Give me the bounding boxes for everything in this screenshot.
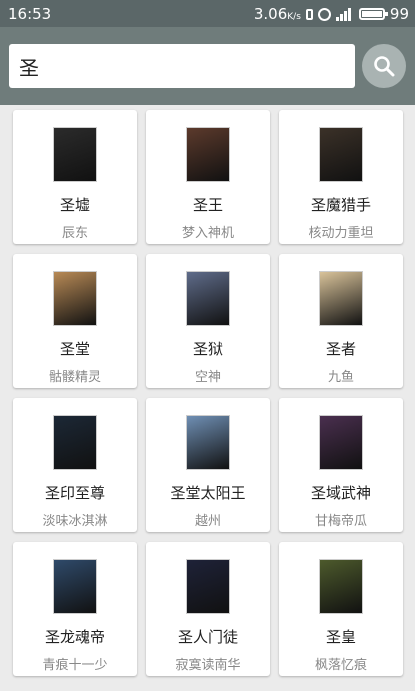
book-card[interactable]: 圣人门徒 寂寞读南华 — [146, 542, 270, 676]
book-author: 九鱼 — [327, 370, 354, 385]
book-cover — [186, 415, 230, 470]
status-icons: 3.06K/s 99 — [254, 5, 409, 23]
battery-icon — [358, 8, 388, 20]
book-cover — [186, 559, 230, 614]
book-cover — [53, 415, 97, 470]
book-author: 淡味冰淇淋 — [42, 514, 108, 529]
book-author: 甘梅帝瓜 — [314, 514, 367, 529]
book-card[interactable]: 圣王 梦入神机 — [146, 110, 270, 244]
book-cover — [53, 559, 97, 614]
book-cover — [186, 127, 230, 182]
book-card[interactable]: 圣者 九鱼 — [279, 254, 403, 388]
book-author: 越州 — [194, 514, 221, 529]
book-title: 圣龙魂帝 — [44, 628, 105, 646]
search-button[interactable] — [362, 44, 406, 88]
book-title: 圣王 — [192, 196, 223, 214]
book-cover — [53, 271, 97, 326]
search-input[interactable]: 圣 — [9, 44, 355, 88]
book-card[interactable]: 圣堂 骷髅精灵 — [13, 254, 137, 388]
book-author: 枫落忆痕 — [314, 658, 367, 673]
book-title: 圣堂太阳王 — [170, 484, 246, 502]
book-author: 辰东 — [61, 226, 88, 241]
book-author: 梦入神机 — [181, 226, 234, 241]
book-card[interactable]: 圣印至尊 淡味冰淇淋 — [13, 398, 137, 532]
book-title: 圣墟 — [59, 196, 90, 214]
search-header: 圣 — [0, 27, 415, 105]
book-title: 圣人门徒 — [177, 628, 238, 646]
book-card[interactable]: 圣狱 空神 — [146, 254, 270, 388]
book-cover — [319, 271, 363, 326]
book-card[interactable]: 圣魔猎手 核动力重坦 — [279, 110, 403, 244]
book-card[interactable]: 圣堂太阳王 越州 — [146, 398, 270, 532]
book-cover — [186, 271, 230, 326]
book-author: 骷髅精灵 — [48, 370, 101, 385]
alarm-icon — [317, 7, 331, 21]
book-title: 圣魔猎手 — [310, 196, 371, 214]
book-author: 寂寞读南华 — [175, 658, 241, 673]
search-icon — [374, 56, 395, 77]
signal-icon — [335, 7, 354, 21]
book-cover — [319, 559, 363, 614]
network-speed: 3.06K/s — [253, 5, 301, 23]
vibrate-icon — [305, 8, 313, 20]
book-title: 圣皇 — [325, 628, 356, 646]
status-bar: 16:53 3.06K/s 99 — [0, 0, 415, 27]
book-card[interactable]: 圣域武神 甘梅帝瓜 — [279, 398, 403, 532]
book-card[interactable]: 圣墟 辰东 — [13, 110, 137, 244]
search-input-value: 圣 — [19, 55, 39, 80]
battery-level: 99 — [389, 5, 409, 23]
book-title: 圣域武神 — [310, 484, 371, 502]
book-author: 核动力重坦 — [308, 226, 374, 241]
book-title: 圣者 — [325, 340, 356, 358]
book-title: 圣堂 — [59, 340, 90, 358]
book-title: 圣狱 — [192, 340, 223, 358]
book-title: 圣印至尊 — [44, 484, 105, 502]
book-cover — [319, 127, 363, 182]
book-cover — [53, 127, 97, 182]
status-time: 16:53 — [8, 5, 52, 23]
book-card[interactable]: 圣龙魂帝 青痕十一少 — [13, 542, 137, 676]
book-author: 青痕十一少 — [42, 658, 108, 673]
book-cover — [319, 415, 363, 470]
book-author: 空神 — [194, 370, 221, 385]
book-card[interactable]: 圣皇 枫落忆痕 — [279, 542, 403, 676]
